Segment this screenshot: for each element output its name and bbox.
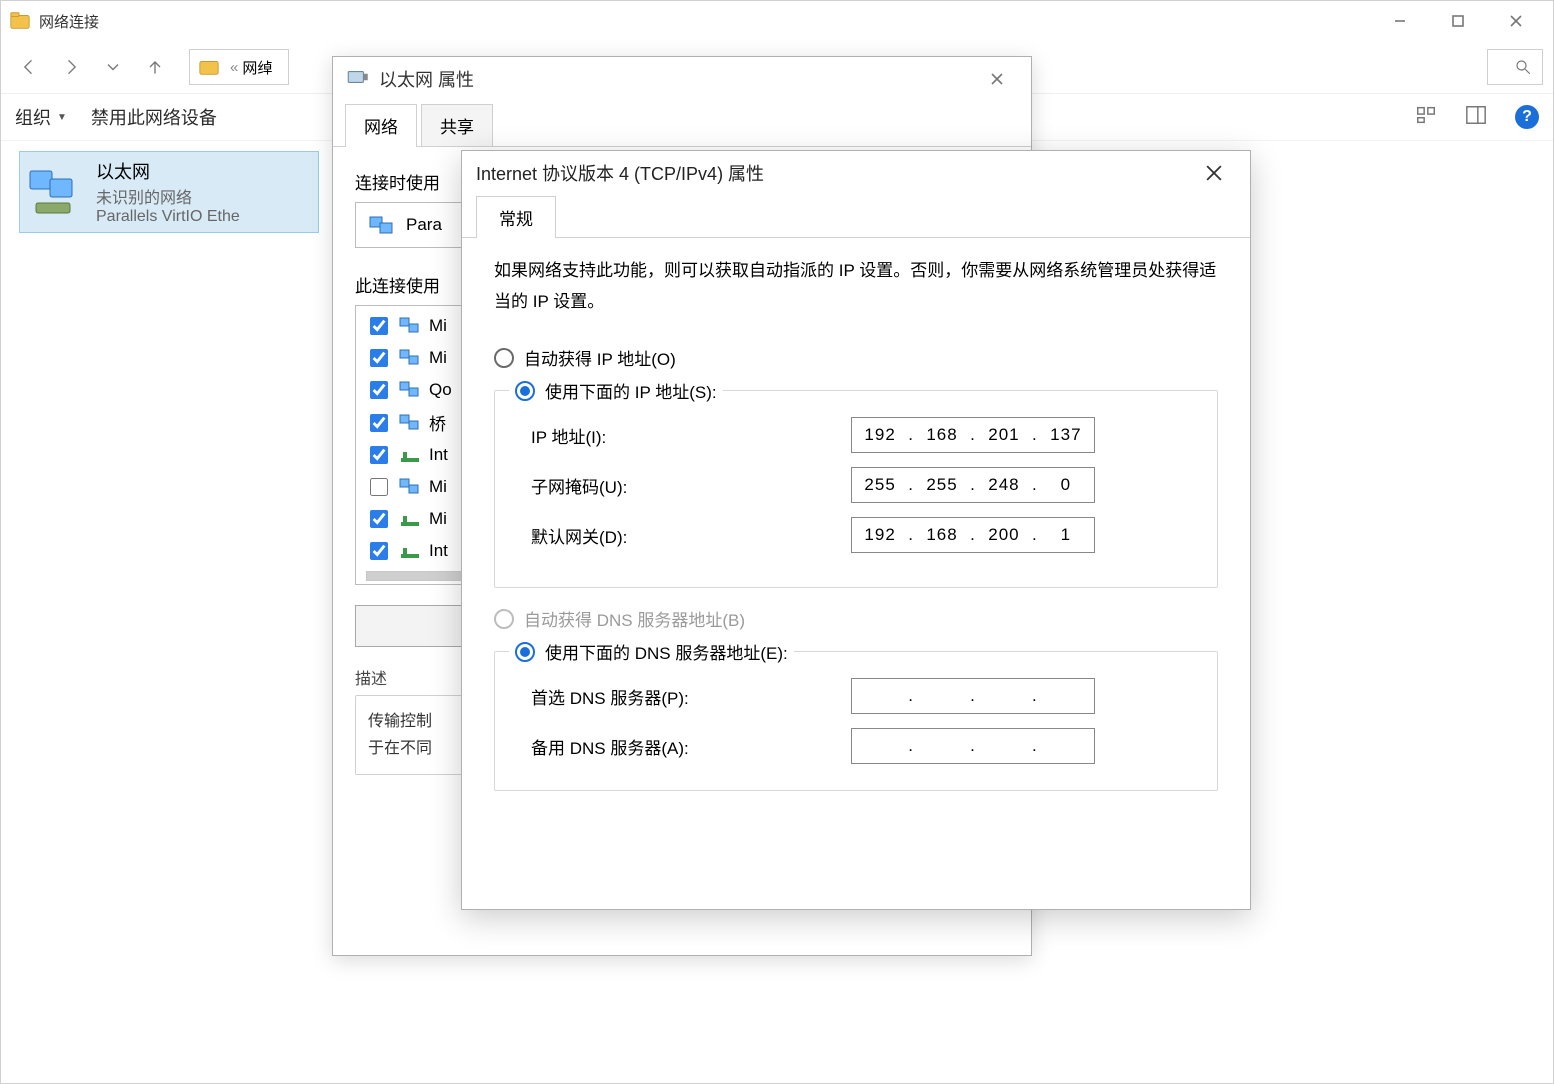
forward-button[interactable] [53, 49, 89, 85]
protocol-label: Mi [429, 316, 447, 336]
protocol-checkbox[interactable] [370, 349, 388, 367]
dns1-label: 首选 DNS 服务器(P): [531, 684, 851, 709]
protocol-checkbox[interactable] [370, 414, 388, 432]
protocol-label: Int [429, 445, 448, 465]
up-button[interactable] [137, 49, 173, 85]
protocol-checkbox[interactable] [370, 478, 388, 496]
adapter-status: 未识别的网络 [96, 184, 240, 208]
protocol-label: Int [429, 541, 448, 561]
address-bar[interactable]: « 网绰 [189, 49, 289, 85]
network-folder-icon [9, 10, 31, 32]
explorer-title: 网络连接 [39, 11, 99, 32]
protocol-icon [399, 414, 421, 432]
protocol-label: 桥 [429, 410, 446, 435]
radio-icon [494, 348, 514, 368]
ip-address-input[interactable]: 192. 168. 201. 137 [851, 417, 1095, 453]
close-button[interactable] [975, 57, 1019, 101]
tab-network[interactable]: 网络 [345, 104, 417, 147]
protocol-label: Qo [429, 380, 452, 400]
radio-manual-ip[interactable]: 使用下面的 IP 地址(S): [515, 378, 717, 403]
search-box[interactable] [1487, 49, 1543, 85]
radio-auto-dns: 自动获得 DNS 服务器地址(B) [494, 606, 1218, 631]
close-button[interactable] [1192, 151, 1236, 195]
dialog-titlebar: Internet 协议版本 4 (TCP/IPv4) 属性 [462, 151, 1250, 195]
dns1-input[interactable]: . . . [851, 678, 1095, 714]
protocol-icon [399, 542, 421, 560]
ipv4-properties-dialog: Internet 协议版本 4 (TCP/IPv4) 属性 常规 如果网络支持此… [461, 150, 1251, 910]
radio-icon [494, 609, 514, 629]
radio-icon [515, 642, 535, 662]
protocol-icon [399, 317, 421, 335]
gateway-input[interactable]: 192. 168. 200. 1 [851, 517, 1095, 553]
dns2-label: 备用 DNS 服务器(A): [531, 734, 851, 759]
manual-ip-group: 使用下面的 IP 地址(S): IP 地址(I): 192. 168. 201.… [494, 378, 1218, 588]
protocol-label: Mi [429, 509, 447, 529]
protocol-icon [399, 478, 421, 496]
radio-auto-ip[interactable]: 自动获得 IP 地址(O) [494, 345, 1218, 370]
breadcrumb-sep: « [230, 59, 238, 76]
dns2-input[interactable]: . . . [851, 728, 1095, 764]
protocol-checkbox[interactable] [370, 446, 388, 464]
adapter-name: 以太网 [96, 158, 240, 184]
adapter-icon [26, 167, 82, 217]
minimize-button[interactable] [1371, 1, 1429, 41]
info-text: 如果网络支持此功能，则可以获取自动指派的 IP 设置。否则，你需要从网络系统管理… [494, 256, 1218, 317]
search-icon [1514, 58, 1532, 76]
breadcrumb-item[interactable]: 网绰 [242, 57, 272, 78]
protocol-checkbox[interactable] [370, 510, 388, 528]
back-button[interactable] [11, 49, 47, 85]
protocol-icon [399, 510, 421, 528]
tab-general[interactable]: 常规 [476, 196, 556, 238]
view-options-icon[interactable] [1415, 104, 1437, 131]
protocol-checkbox[interactable] [370, 381, 388, 399]
maximize-button[interactable] [1429, 1, 1487, 41]
dialog-tabs: 网络 共享 [333, 103, 1031, 147]
protocol-checkbox[interactable] [370, 317, 388, 335]
help-icon[interactable]: ? [1515, 105, 1539, 129]
subnet-mask-label: 子网掩码(U): [531, 473, 851, 498]
dialog-titlebar: 以太网 属性 [333, 57, 1031, 101]
radio-icon [515, 381, 535, 401]
adapter-device: Parallels VirtIO Ethe [96, 208, 240, 226]
protocol-checkbox[interactable] [370, 542, 388, 560]
preview-pane-icon[interactable] [1465, 104, 1487, 131]
network-folder-icon [198, 56, 220, 78]
nic-icon [345, 64, 371, 94]
ip-address-label: IP 地址(I): [531, 423, 851, 448]
tab-sharing[interactable]: 共享 [421, 104, 493, 147]
protocol-label: Mi [429, 477, 447, 497]
subnet-mask-input[interactable]: 255. 255. 248. 0 [851, 467, 1095, 503]
dialog-title: Internet 协议版本 4 (TCP/IPv4) 属性 [476, 160, 764, 186]
dialog-tabs: 常规 [462, 195, 1250, 238]
nic-small-icon [368, 213, 396, 237]
protocol-label: Mi [429, 348, 447, 368]
radio-manual-dns[interactable]: 使用下面的 DNS 服务器地址(E): [515, 639, 788, 664]
disable-device-button[interactable]: 禁用此网络设备 [91, 104, 217, 130]
close-button[interactable] [1487, 1, 1545, 41]
connect-using-value: Para [406, 215, 442, 235]
dialog-title: 以太网 属性 [379, 66, 474, 92]
protocol-icon [399, 349, 421, 367]
protocol-icon [399, 381, 421, 399]
manual-dns-group: 使用下面的 DNS 服务器地址(E): 首选 DNS 服务器(P): . . .… [494, 639, 1218, 791]
organize-menu[interactable]: 组织▼ [15, 104, 67, 130]
explorer-titlebar: 网络连接 [1, 1, 1553, 41]
protocol-icon [399, 446, 421, 464]
recent-dropdown[interactable] [95, 49, 131, 85]
gateway-label: 默认网关(D): [531, 523, 851, 548]
adapter-item-ethernet[interactable]: 以太网 未识别的网络 Parallels VirtIO Ethe [19, 151, 319, 233]
